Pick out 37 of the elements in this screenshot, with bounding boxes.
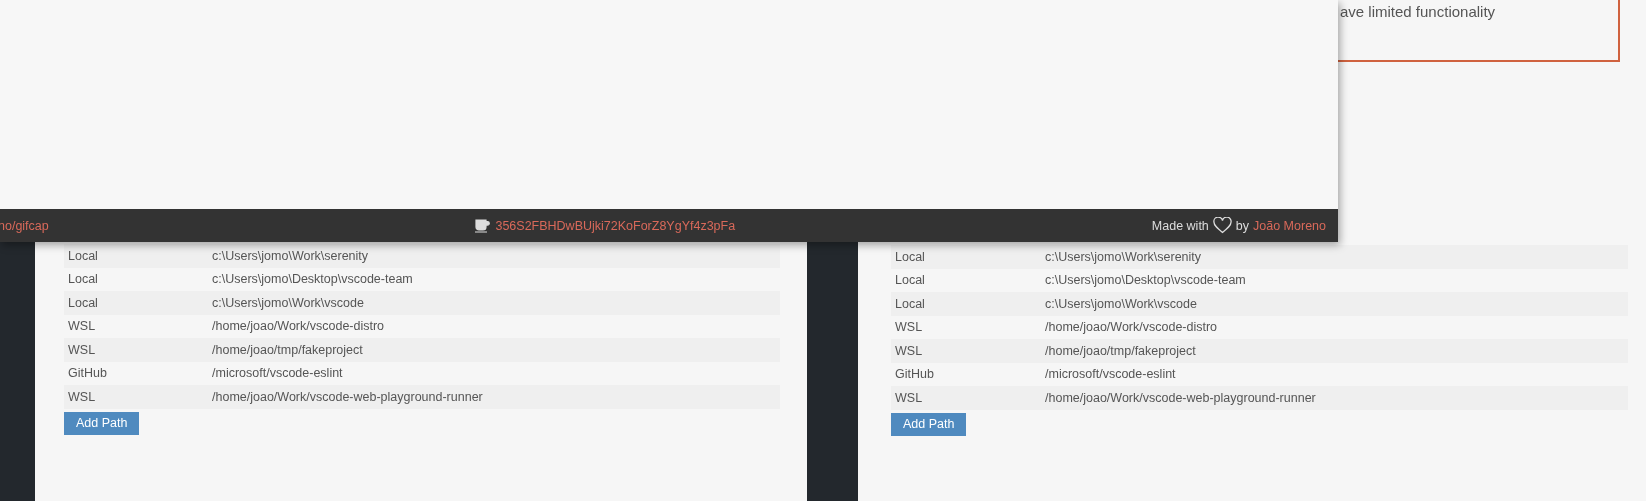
notice-text: ave limited functionality <box>1340 3 1496 20</box>
table-cell-text: Local <box>67 295 99 310</box>
table-cell-text: Local <box>67 248 99 263</box>
table-cell-text: GitHub <box>67 366 108 381</box>
table-cell: c:\Users\jomo\Desktop\vscode-team <box>212 272 413 287</box>
table-cell-text: WSL <box>894 390 924 405</box>
table-cell-text: WSL <box>67 319 97 334</box>
table-cell: c:\Users\jomo\Work\serenity <box>1045 249 1202 264</box>
heart-icon <box>1212 217 1232 234</box>
coffee-cup-icon <box>475 218 491 233</box>
table-cell-text: Local <box>67 272 99 287</box>
table-cell: /home/joao/tmp/fakeproject <box>212 342 363 357</box>
table-cell: c:\Users\jomo\Desktop\vscode-team <box>1045 273 1246 288</box>
table-cell-text: GitHub <box>894 367 935 382</box>
table-cell: /home/joao/tmp/fakeproject <box>1045 343 1196 358</box>
table-cell: c:\Users\jomo\Work\vscode <box>212 295 364 310</box>
table-cell: /home/joao/Work/vscode-web-playground-runner <box>1045 390 1316 405</box>
table-cell-text: WSL <box>894 320 924 335</box>
table-cell-text: WSL <box>67 342 97 357</box>
author-link[interactable]: João Moreno <box>1253 218 1326 233</box>
table-cell: c:\Users\jomo\Work\serenity <box>212 248 369 263</box>
add-path-button[interactable]: Add Path <box>891 412 967 436</box>
add-path-button[interactable]: Add Path <box>64 411 140 435</box>
table-cell: /home/joao/Work/vscode-web-playground-runner <box>212 389 483 404</box>
table-cell-text: Local <box>894 249 926 264</box>
table-cell: c:\Users\jomo\Work\vscode <box>1045 296 1197 311</box>
table-cell: /microsoft/vscode-eslint <box>212 366 343 381</box>
credit-text: Made with <box>1151 218 1209 233</box>
table-cell: /microsoft/vscode-eslint <box>1045 367 1176 382</box>
table-cell: /home/joao/Work/vscode-distro <box>1045 320 1218 335</box>
table-cell: /home/joao/Work/vscode-distro <box>212 319 385 334</box>
table-cell-text: WSL <box>894 343 924 358</box>
table-cell-text: Local <box>894 296 926 311</box>
donation-link[interactable]: 356S2FBHDwBUjki72KoForZ8YgYf4z3pFa <box>495 218 736 233</box>
credit-text: by <box>1235 218 1250 233</box>
table-cell-text: WSL <box>67 389 97 404</box>
table-cell-text: Local <box>894 273 926 288</box>
